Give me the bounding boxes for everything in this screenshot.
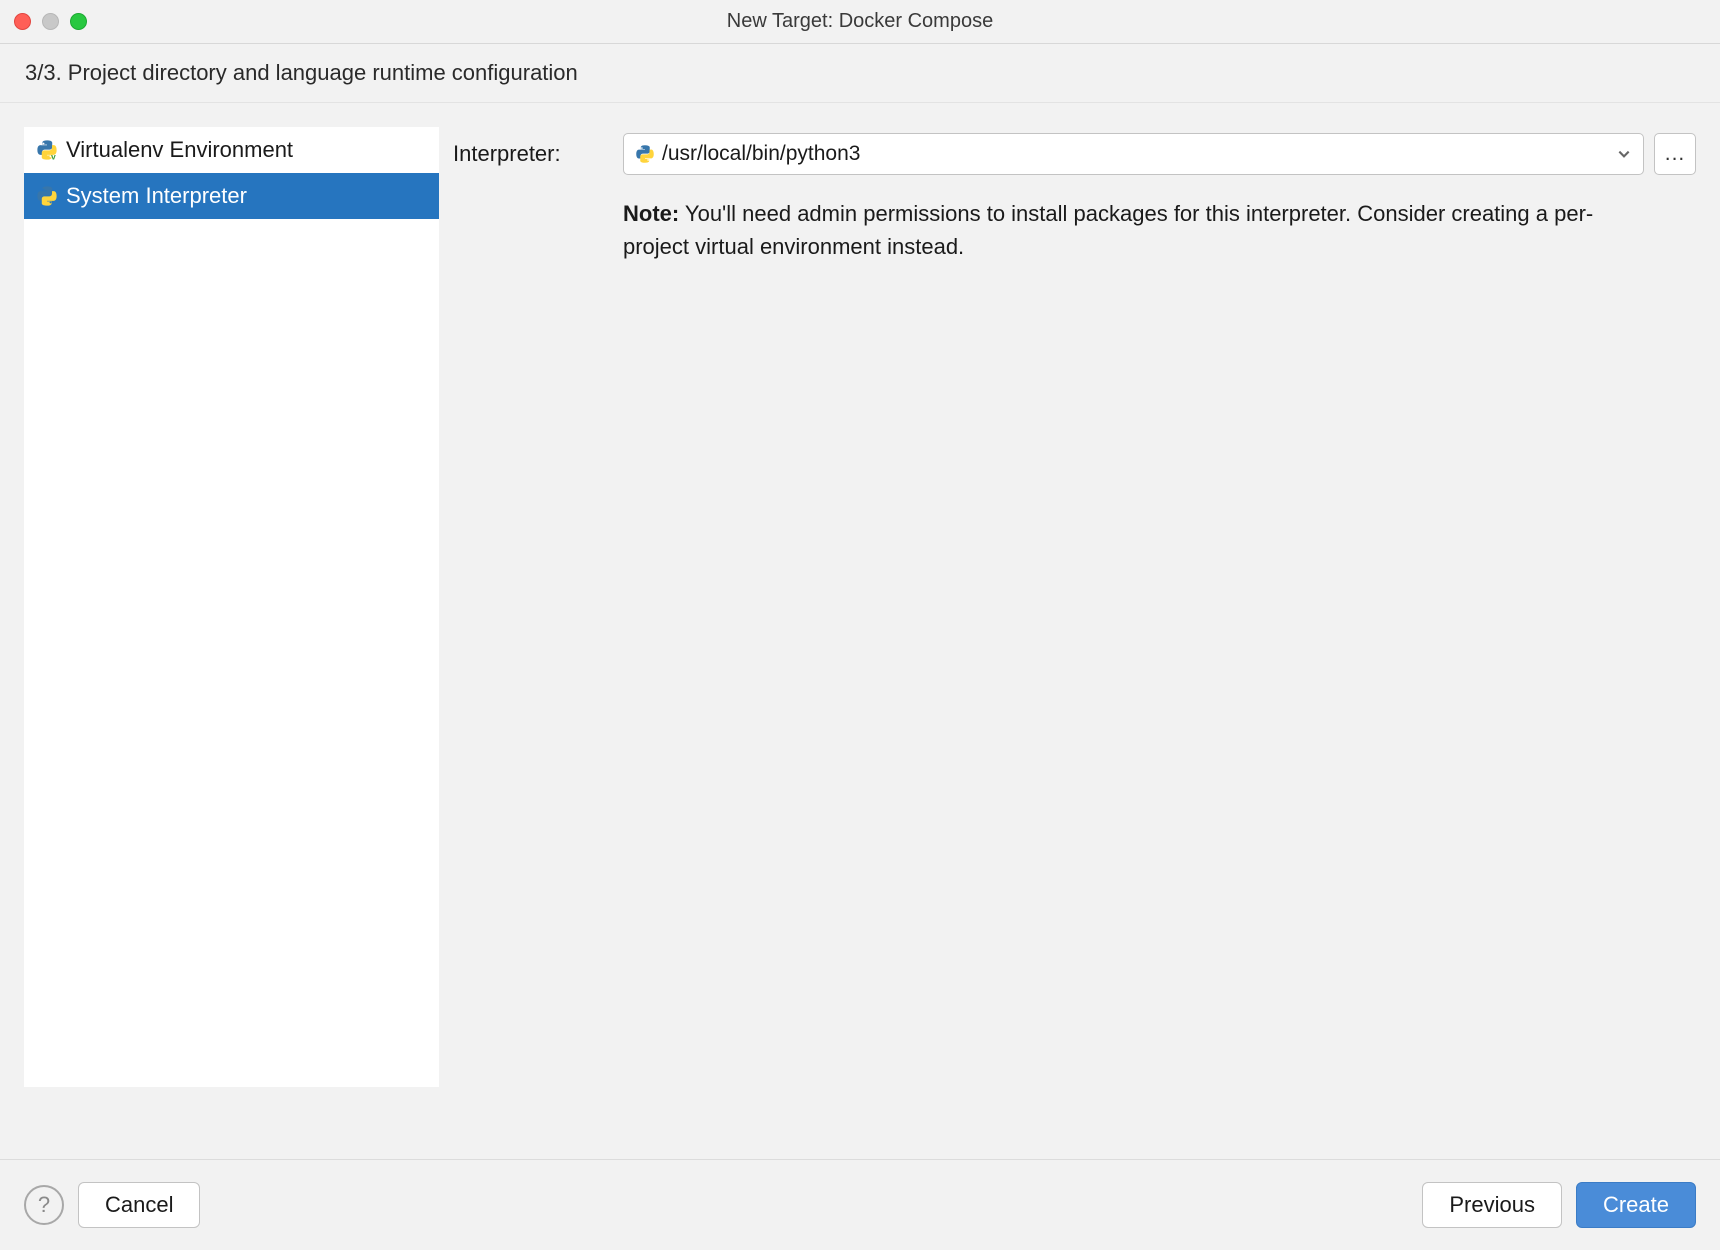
help-button[interactable]: ? xyxy=(24,1185,64,1225)
note-text: You'll need admin permissions to install… xyxy=(623,201,1593,259)
interpreter-value: /usr/local/bin/python3 xyxy=(662,142,1609,166)
admin-note: Note: You'll need admin permissions to i… xyxy=(623,197,1643,263)
interpreter-combobox[interactable]: /usr/local/bin/python3 xyxy=(623,133,1644,175)
note-prefix: Note: xyxy=(623,201,679,226)
minimize-window-button[interactable] xyxy=(42,13,59,30)
browse-interpreter-button[interactable]: ... xyxy=(1654,133,1696,175)
sidebar-item-system-interpreter[interactable]: System Interpreter xyxy=(24,173,439,219)
traffic-lights xyxy=(14,13,87,30)
svg-text:v: v xyxy=(51,153,56,161)
previous-button[interactable]: Previous xyxy=(1422,1182,1562,1228)
interpreter-label: Interpreter: xyxy=(453,141,613,167)
python-icon xyxy=(634,143,656,165)
sidebar-item-label: System Interpreter xyxy=(66,183,247,209)
create-button[interactable]: Create xyxy=(1576,1182,1696,1228)
python-icon: v xyxy=(36,139,58,161)
chevron-down-icon xyxy=(1615,145,1633,163)
close-window-button[interactable] xyxy=(14,13,31,30)
right-panel: Interpreter: /usr/local/bin/python3 ... … xyxy=(453,127,1696,1159)
step-subtitle: 3/3. Project directory and language runt… xyxy=(0,44,1720,103)
main-area: v Virtualenv Environment System Interpre… xyxy=(0,103,1720,1159)
interpreter-row: Interpreter: /usr/local/bin/python3 ... xyxy=(453,133,1696,175)
maximize-window-button[interactable] xyxy=(70,13,87,30)
bottom-bar: ? Cancel Previous Create xyxy=(0,1159,1720,1250)
sidebar-item-label: Virtualenv Environment xyxy=(66,137,293,163)
title-bar: New Target: Docker Compose xyxy=(0,0,1720,44)
interpreter-type-list: v Virtualenv Environment System Interpre… xyxy=(24,127,439,1087)
python-icon xyxy=(36,185,58,207)
window-title: New Target: Docker Compose xyxy=(0,10,1720,33)
cancel-button[interactable]: Cancel xyxy=(78,1182,200,1228)
sidebar-item-virtualenv[interactable]: v Virtualenv Environment xyxy=(24,127,439,173)
